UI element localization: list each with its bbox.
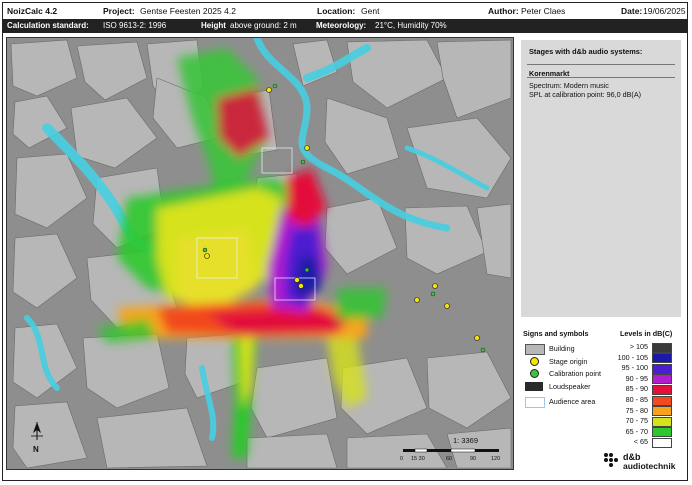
scale-tick-2: 60 [446, 456, 452, 462]
legend-loudspeaker-label: Loudspeaker [549, 382, 591, 391]
level-label: 100 - 105 [617, 352, 648, 362]
level-swatch [652, 342, 672, 353]
level-label: > 105 [629, 342, 648, 351]
level-label: 85 - 90 [625, 384, 648, 394]
legend-calibration-label: Calibration point [549, 369, 601, 378]
level-label: < 65 [633, 437, 648, 447]
location-value: Gent [361, 6, 380, 16]
calc-standard-value: ISO 9613-2: 1996 [103, 21, 167, 30]
level-swatch [652, 427, 672, 438]
stage-spl: SPL at calibration point: 96,0 dB(A) [529, 90, 642, 99]
noise-map[interactable]: N 1: 3369 0 15 30 60 90 120 [6, 37, 514, 470]
levels-title: Levels in dB(C) [620, 329, 673, 338]
scale-tick-3: 90 [470, 456, 476, 462]
subheader-bar: Calculation standard: ISO 9613-2: 1996 H… [3, 19, 687, 33]
scale-bar [403, 448, 499, 453]
audience-area-icon [525, 397, 545, 408]
scale-tick-4: 120 [491, 456, 500, 462]
scale-tick-1: 15 30 [411, 456, 425, 462]
level-swatch [652, 395, 672, 406]
project-label: Project: [103, 6, 135, 16]
level-swatch [652, 406, 672, 417]
height-label: Height [201, 21, 226, 30]
divider [527, 64, 675, 65]
logo-mark-icon [604, 453, 618, 467]
divider [527, 77, 675, 78]
level-label: 70 - 75 [625, 416, 648, 426]
date-label: Date: [621, 6, 643, 16]
level-swatch [652, 353, 672, 364]
calc-standard-label: Calculation standard: [7, 21, 89, 30]
level-label: 95 - 100 [621, 363, 648, 373]
level-label: 65 - 70 [625, 426, 648, 436]
legend-audience-label: Audience area [549, 397, 596, 406]
level-swatch [652, 374, 672, 385]
location-label: Location: [317, 6, 356, 16]
stage-spectrum: Spectrum: Modern music [529, 81, 609, 90]
level-swatch [652, 437, 672, 448]
stages-panel: Stages with d&b audio systems: Korenmark… [521, 40, 681, 317]
north-label: N [33, 445, 39, 454]
meteorology-label: Meteorology: [316, 21, 367, 30]
loudspeaker-icon [525, 382, 543, 391]
calibration-point-icon [530, 369, 539, 378]
project-value: Gentse Feesten 2025 4.2 [140, 6, 236, 16]
building-icon [525, 344, 545, 355]
scale-tick-0: 0 [400, 456, 403, 462]
author-value: Peter Claes [521, 6, 566, 16]
height-value: above ground: 2 m [230, 21, 297, 30]
stage-origin-icon [530, 357, 539, 366]
scale-ratio: 1: 3369 [453, 436, 478, 445]
date-value: 19/06/2025 [643, 6, 686, 16]
author-label: Author: [488, 6, 519, 16]
legend-building-label: Building [549, 344, 575, 353]
level-label: 90 - 95 [625, 373, 648, 383]
level-swatch [652, 384, 672, 395]
level-swatch [652, 416, 672, 427]
header-bar: NoizCalc 4.2 Project: Gentse Feesten 202… [3, 3, 687, 19]
meteorology-value: 21°C, Humidity 70% [375, 21, 447, 30]
level-label: 75 - 80 [625, 405, 648, 415]
level-label: 80 - 85 [625, 395, 648, 404]
signs-title: Signs and symbols [523, 329, 589, 338]
app-title: NoizCalc 4.2 [7, 6, 58, 16]
logo-line2: audiotechnik [623, 461, 676, 471]
noise-map-canvas: N 1: 3369 0 15 30 60 90 120 [7, 38, 513, 469]
level-swatch [652, 363, 672, 374]
legend-stage-origin-label: Stage origin [549, 357, 588, 366]
stages-title: Stages with d&b audio systems: [529, 47, 643, 56]
